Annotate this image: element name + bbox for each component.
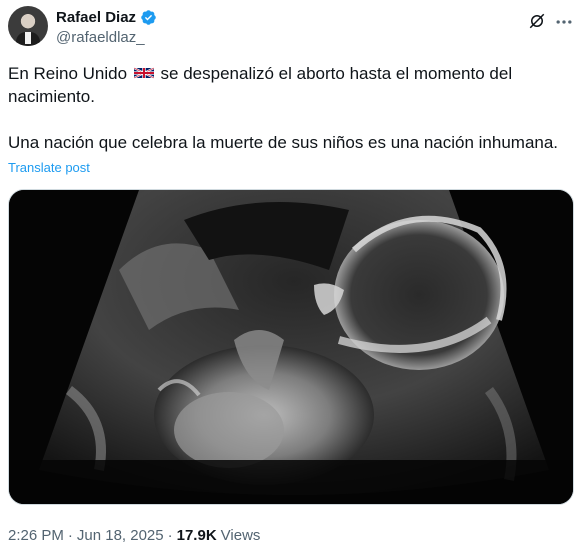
tweet-paragraph-1: En Reino Unido se despenalizó el aborto … (8, 62, 568, 108)
name-row: Rafael Diaz (56, 9, 157, 26)
tweet-header: Rafael Diaz @rafaeldlaz_ (8, 4, 574, 52)
ultrasound-image (9, 190, 573, 504)
author-display-name[interactable]: Rafael Diaz (56, 9, 136, 26)
tweet-text-before-flag: En Reino Unido (8, 64, 128, 83)
grok-icon[interactable] (528, 12, 546, 30)
tweet-date[interactable]: Jun 18, 2025 (77, 527, 164, 544)
uk-flag-icon (133, 67, 154, 79)
more-options-icon[interactable] (554, 12, 574, 32)
avatar-shirt (25, 32, 31, 44)
tweet-text: En Reino Unido se despenalizó el aborto … (8, 62, 568, 154)
tweet-paragraph-2: Una nación que celebra la muerte de sus … (8, 133, 559, 152)
tweet-meta: 2:26 PM · Jun 18, 2025 · 17.9K Views (8, 527, 260, 544)
translate-post-link[interactable]: Translate post (8, 160, 90, 175)
meta-separator: · (167, 527, 173, 544)
tweet-time[interactable]: 2:26 PM (8, 527, 64, 544)
avatar[interactable] (8, 6, 48, 46)
views-label: Views (220, 527, 261, 544)
tweet-media[interactable] (8, 189, 574, 505)
meta-separator: · (67, 527, 73, 544)
verified-badge-icon (141, 10, 156, 25)
views-count: 17.9K (176, 527, 217, 544)
author-handle[interactable]: @rafaeldlaz_ (56, 29, 145, 46)
